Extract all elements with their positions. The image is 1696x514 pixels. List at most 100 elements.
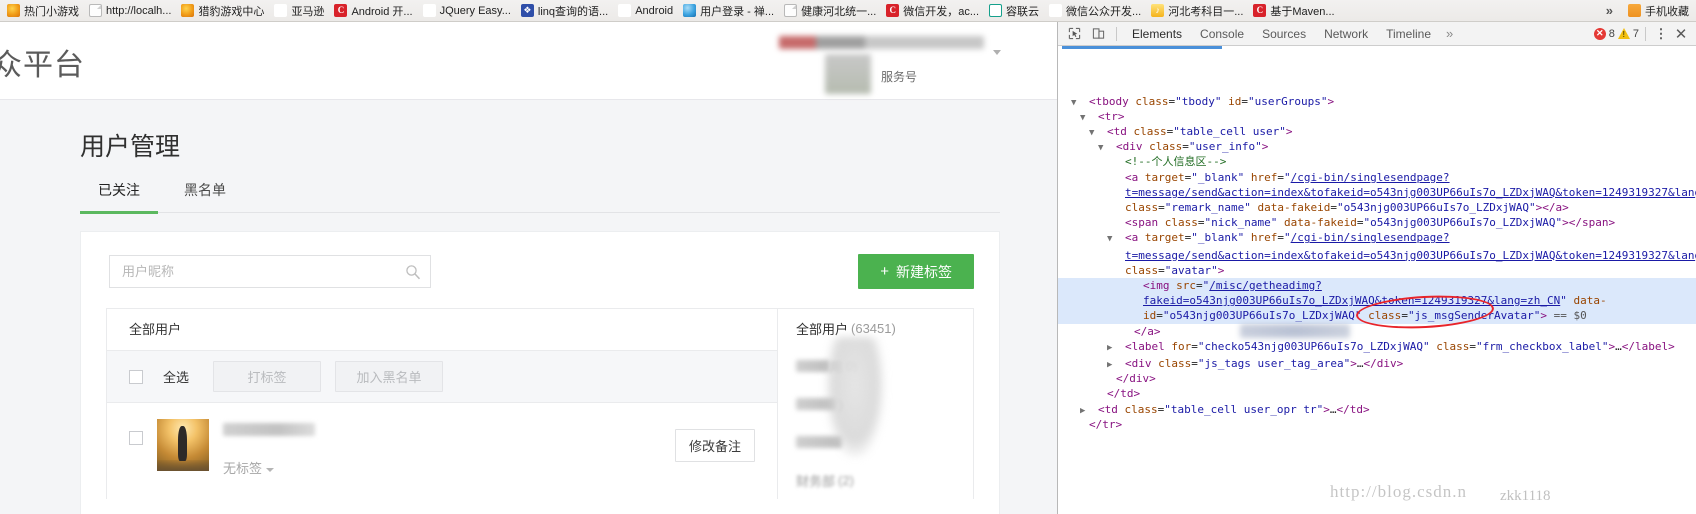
- collapse-arrow-icon[interactable]: ▶: [1107, 341, 1125, 356]
- dom-node-line[interactable]: <span class="nick_name" data-fakeid="o54…: [1058, 215, 1696, 230]
- device-toolbar-icon[interactable]: [1086, 24, 1110, 44]
- user-group-count: (63451): [851, 320, 896, 336]
- user-group-item[interactable]: 用 0): [778, 347, 973, 385]
- dom-token-txt: …: [1615, 339, 1622, 353]
- search-icon[interactable]: [405, 264, 421, 280]
- dom-token-tag: <div: [1125, 356, 1159, 370]
- bookmark-folder-mobile[interactable]: 手机收藏: [1623, 2, 1694, 20]
- dom-token-txt: =: [1330, 200, 1337, 214]
- bookmark-item[interactable]: ♪ 河北考科目一...: [1146, 2, 1248, 20]
- more-tabs-icon[interactable]: »: [1440, 26, 1459, 41]
- dom-token-attr: class: [1135, 94, 1169, 108]
- dom-token-attr: class: [1429, 339, 1470, 353]
- search-input[interactable]: [110, 256, 430, 287]
- plus-icon: +: [880, 263, 889, 280]
- user-group-item[interactable]: [778, 423, 973, 461]
- tag-button[interactable]: 打标签: [213, 361, 322, 392]
- dom-node-line[interactable]: <!--个人信息区-->: [1058, 154, 1696, 169]
- tab-followed[interactable]: 已关注: [80, 180, 158, 214]
- select-all-label: 全选: [163, 370, 190, 385]
- dom-token-val: "remark_name": [1164, 200, 1251, 214]
- page-icon: [784, 4, 798, 17]
- site-logo: 众平台: [0, 48, 85, 83]
- new-tag-button[interactable]: + 新建标签: [858, 254, 974, 289]
- new-tag-button-label: 新建标签: [896, 263, 952, 280]
- dom-token-val: "o543njg003UP66uIs7o_LZDxjWAQ": [1363, 216, 1563, 230]
- dom-token-eq0: == $0: [1547, 309, 1587, 323]
- bookmark-item[interactable]: 热门小游戏: [2, 2, 84, 20]
- tab-blacklist[interactable]: 黑名单: [166, 180, 244, 212]
- bookmarks-overflow-icon[interactable]: »: [1602, 3, 1617, 18]
- dom-tree[interactable]: ▼ <tbody class="tbody" id="userGroups"> ▼ <…: [1058, 46, 1696, 514]
- user-group-item[interactable]: 财务部 (2): [778, 461, 973, 499]
- search-field-wrapper[interactable]: [109, 255, 431, 288]
- tab-sources[interactable]: Sources: [1253, 23, 1315, 45]
- bookmark-item[interactable]: http://localh...: [84, 2, 176, 20]
- select-all-checkbox[interactable]: [129, 369, 143, 384]
- dom-node-line[interactable]: ▶ <td class="table_cell user_opr tr">…</t…: [1058, 402, 1696, 417]
- bookmark-item[interactable]: 猎豹游戏中心: [176, 2, 269, 20]
- bookmark-item[interactable]: ◎ 容联云: [984, 2, 1044, 20]
- bookmark-item[interactable]: ❖ linq查询的语...: [516, 2, 613, 20]
- close-icon[interactable]: ✕: [1670, 25, 1692, 43]
- tab-timeline[interactable]: Timeline: [1377, 23, 1440, 45]
- bookmark-item[interactable]: 健康河北统一...: [779, 2, 881, 20]
- bookmark-item[interactable]: E JQuery Easy...: [418, 2, 516, 20]
- user-group-item[interactable]: ): [778, 385, 973, 423]
- dom-token-txt: =: [1277, 231, 1284, 245]
- bookmark-item[interactable]: a 亚马逊: [269, 2, 329, 20]
- tab-network[interactable]: Network: [1315, 23, 1377, 45]
- account-box[interactable]: 服务号: [777, 32, 1001, 94]
- tab-elements[interactable]: Elements: [1123, 23, 1191, 45]
- row-checkbox[interactable]: [129, 431, 143, 445]
- dom-node-line[interactable]: </td>: [1058, 386, 1696, 401]
- bookmark-folder-label: 手机收藏: [1645, 5, 1689, 18]
- bulk-operations-bar: 全选 打标签 加入黑名单: [107, 351, 777, 403]
- user-group-item[interactable]: 全部用户 (63451): [778, 309, 973, 347]
- dom-token-val: "userGroups": [1247, 94, 1328, 108]
- dom-token-val: ": [1560, 294, 1567, 308]
- dom-node-line[interactable]: </div>: [1058, 371, 1696, 386]
- dom-node-line[interactable]: </tr>: [1058, 417, 1696, 432]
- chevron-down-icon[interactable]: [993, 50, 1001, 55]
- bookmark-item[interactable]: C 基于Maven...: [1248, 2, 1339, 20]
- avatar[interactable]: [157, 419, 209, 471]
- bookmark-label: 亚马逊: [291, 5, 325, 18]
- bookmark-item[interactable]: C Android 开...: [329, 2, 417, 20]
- dom-token-tag: <tr>: [1098, 109, 1125, 123]
- dom-token-tag: <a: [1125, 231, 1145, 245]
- dom-node-line[interactable]: ▼ <tbody class="tbody" id="userGroups">: [1058, 94, 1696, 109]
- dom-node-line[interactable]: ▶ <label for="checko543njg003UP66uIs7o_LZ…: [1058, 339, 1696, 356]
- user-group-label: 财务部: [796, 473, 836, 489]
- table-row: 无标签 修改备注: [107, 403, 777, 493]
- dom-token-val: "checko543njg003UP66uIs7o_LZDxjWAQ": [1197, 339, 1430, 353]
- paw-icon: ❖: [520, 4, 534, 17]
- dom-node-line[interactable]: </a>: [1058, 324, 1696, 339]
- blacklist-button[interactable]: 加入黑名单: [335, 361, 444, 392]
- bookmark-item[interactable]: ✉ 微信公众开发...: [1044, 2, 1146, 20]
- dom-token-val: "avatar": [1164, 263, 1218, 277]
- dom-node-line[interactable]: ▼ <tr>: [1058, 109, 1696, 124]
- error-badge[interactable]: ✕ 8: [1593, 27, 1615, 40]
- dom-node-line[interactable]: <a target="_blank" href="/cgi-bin/single…: [1058, 170, 1696, 216]
- account-thumbnail-blurred: [825, 54, 871, 94]
- devtools-menu-icon[interactable]: ⋮: [1652, 27, 1670, 40]
- inspect-element-icon[interactable]: [1062, 24, 1086, 44]
- dom-node-line[interactable]: <img src="/misc/getheadimg?fakeid=o543nj…: [1058, 277, 1696, 324]
- game-icon: [7, 4, 20, 17]
- dom-token-txt: =: [1197, 216, 1205, 230]
- expand-arrow-icon[interactable]: ▼: [1107, 232, 1125, 247]
- bookmark-item[interactable]: C 微信开发，ac...: [881, 2, 984, 20]
- bookmark-item[interactable]: 用户登录 - 禅...: [678, 2, 779, 20]
- dom-token-val: "frm_checkbox_label": [1476, 339, 1609, 353]
- warning-badge[interactable]: 7: [1617, 28, 1639, 40]
- tab-console[interactable]: Console: [1191, 23, 1253, 45]
- user-tag-selector[interactable]: 无标签: [223, 458, 315, 477]
- dom-node-line[interactable]: ▼ <div class="user_info">: [1058, 139, 1696, 154]
- bookmark-item[interactable]: B Android: [613, 2, 678, 20]
- dom-node-line[interactable]: ▼ <td class="table_cell user">: [1058, 124, 1696, 139]
- dom-node-line[interactable]: ▶ <div class="js_tags user_tag_area">…</d…: [1058, 356, 1696, 371]
- dom-node-line[interactable]: ▼ <a target="_blank" href="/cgi-bin/singl…: [1058, 230, 1696, 278]
- edit-remark-button[interactable]: 修改备注: [675, 429, 755, 462]
